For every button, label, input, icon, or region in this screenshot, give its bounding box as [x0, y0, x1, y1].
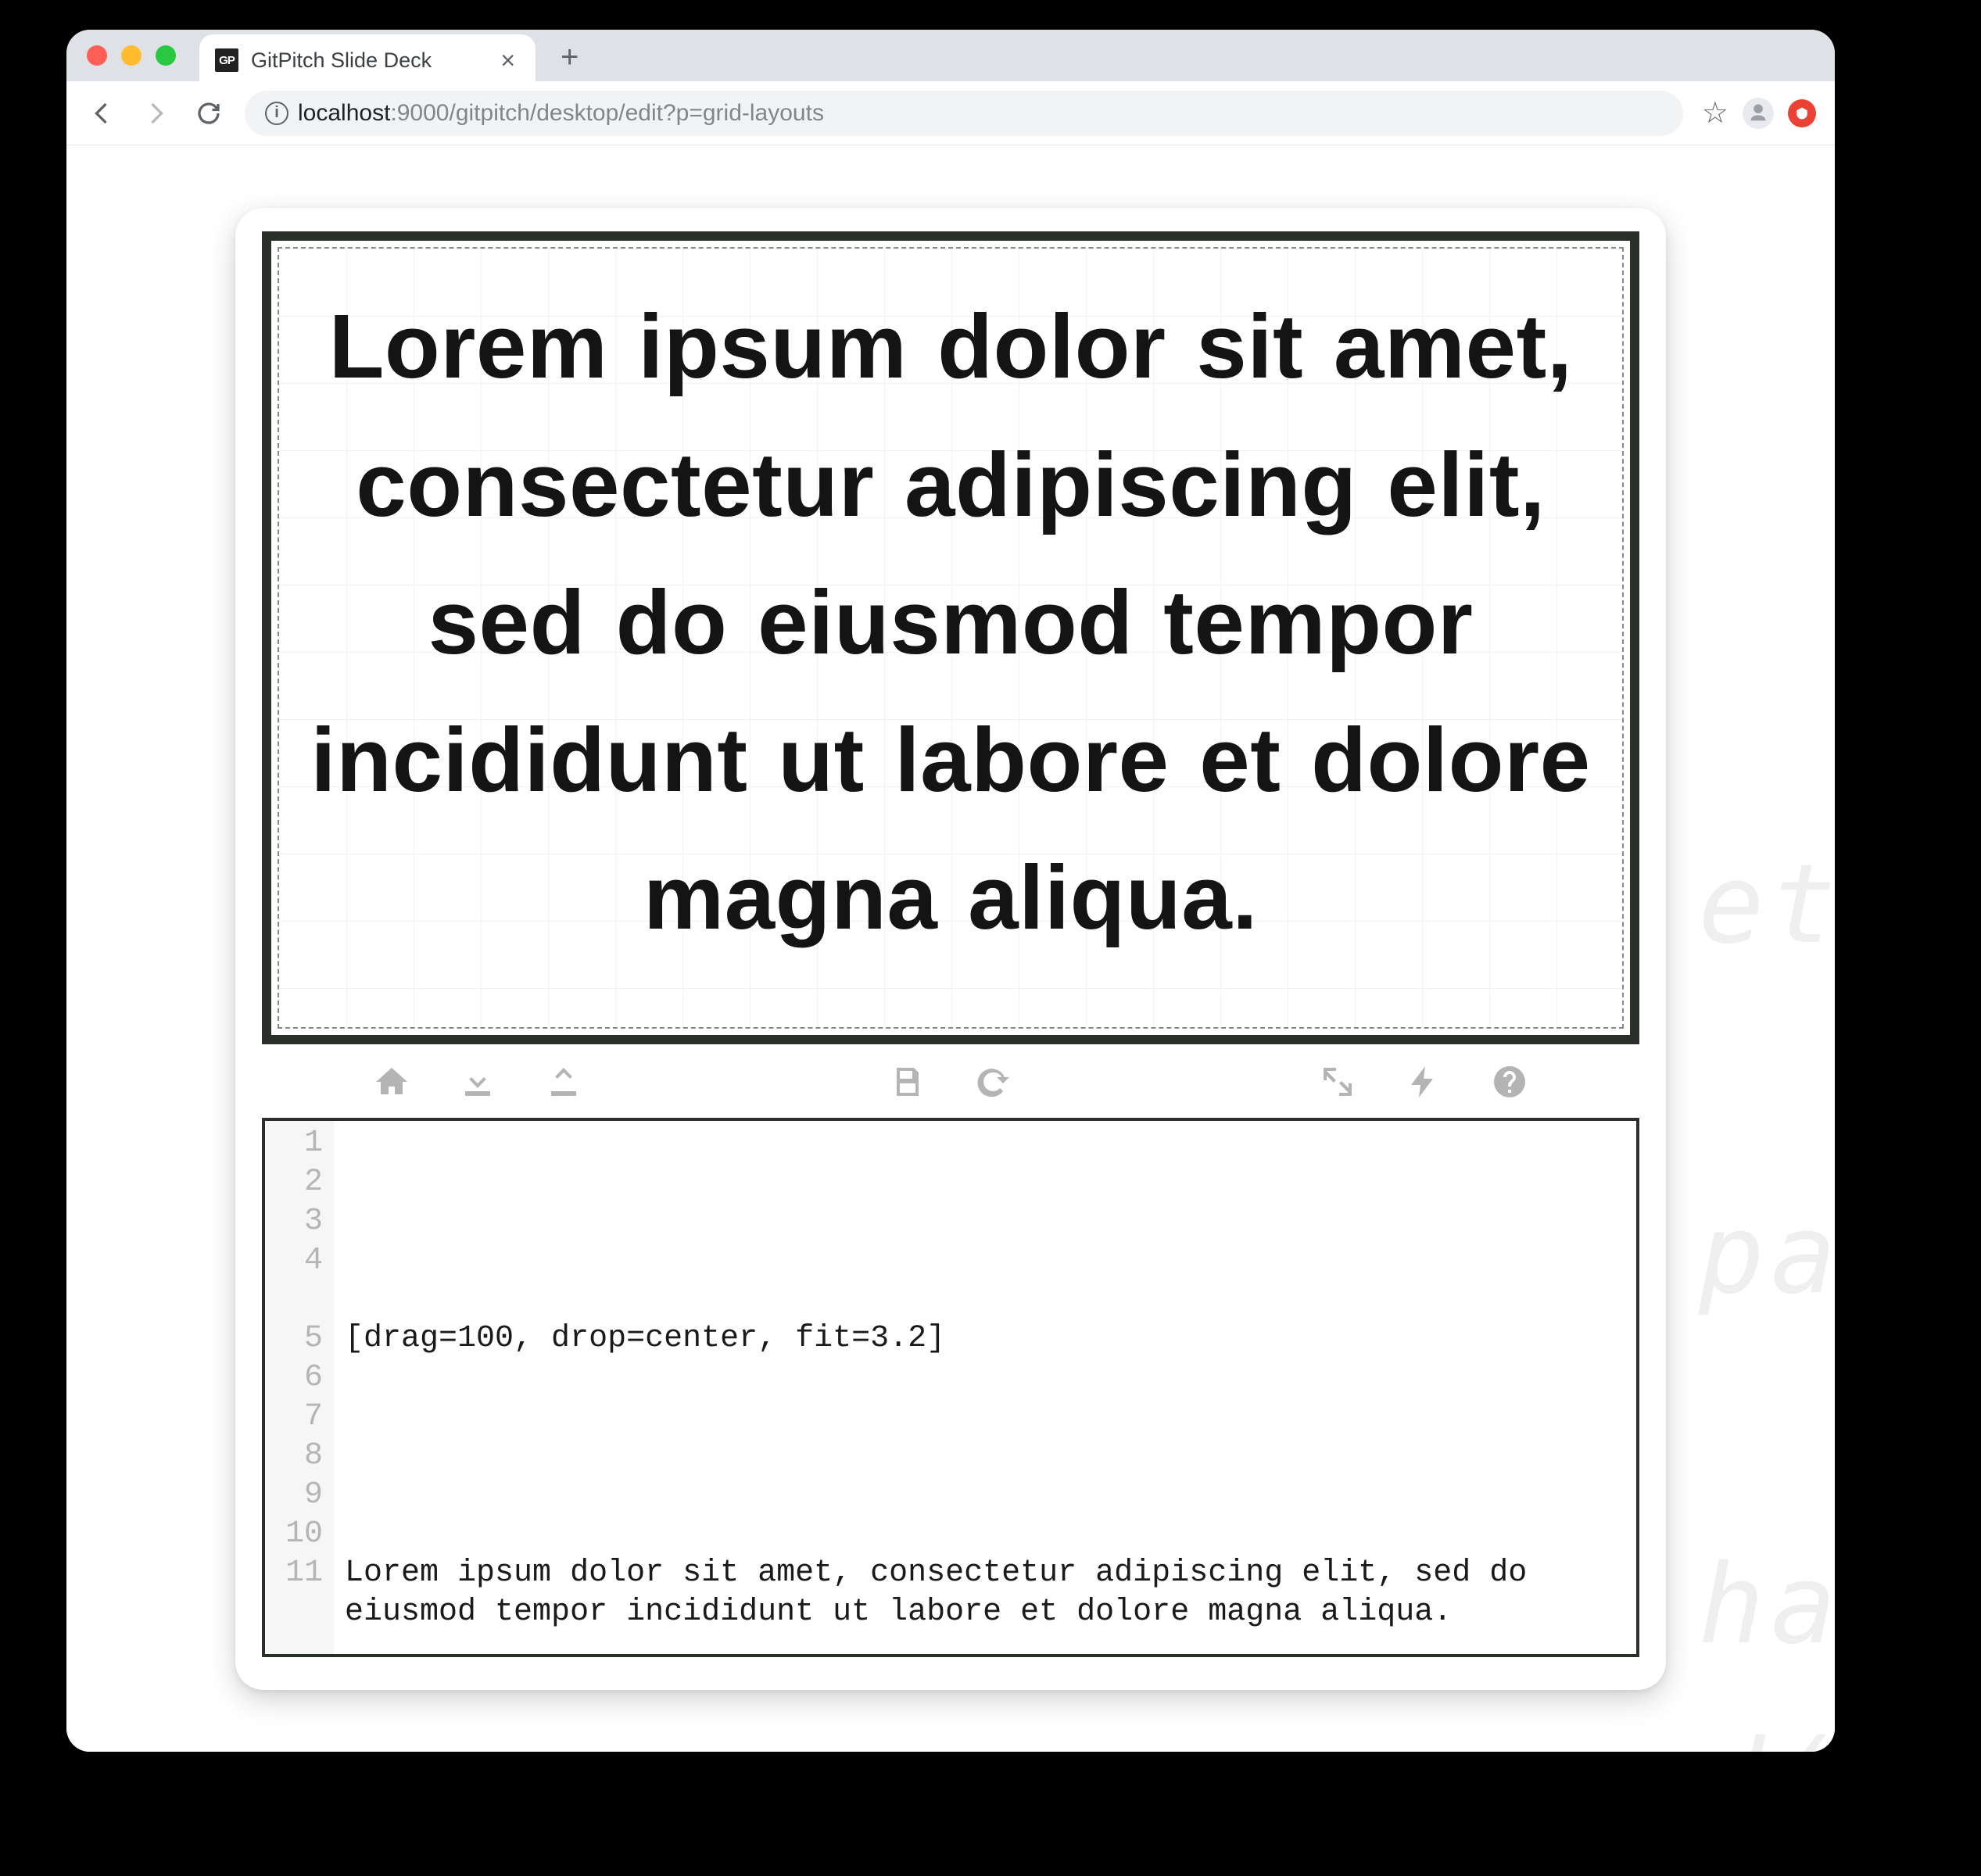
expand-icon[interactable]	[1317, 1062, 1358, 1102]
home-icon[interactable]	[371, 1062, 412, 1102]
browser-toolbar: i localhost:9000/gitpitch/desktop/edit?p…	[66, 81, 1835, 145]
tab-title: GitPitch Slide Deck	[251, 48, 432, 73]
editor-toolbar	[262, 1044, 1639, 1118]
app-card: Lorem ipsum dolor sit amet, consectetur …	[235, 208, 1666, 1690]
back-button[interactable]	[85, 96, 120, 131]
upload-icon[interactable]	[543, 1062, 584, 1102]
browser-tab[interactable]: GP GitPitch Slide Deck ×	[199, 34, 536, 86]
maximize-window-button[interactable]	[156, 45, 176, 66]
help-icon[interactable]	[1489, 1062, 1530, 1102]
browser-window: GP GitPitch Slide Deck × + i localhost:9…	[66, 30, 1835, 1752]
code-line[interactable]	[345, 1437, 1621, 1476]
address-bar[interactable]: i localhost:9000/gitpitch/desktop/edit?p…	[245, 91, 1683, 136]
refresh-icon[interactable]	[973, 1062, 1014, 1102]
url-text: localhost:9000/gitpitch/desktop/edit?p=g…	[298, 100, 824, 127]
close-window-button[interactable]	[87, 45, 107, 66]
slide-preview-frame: Lorem ipsum dolor sit amet, consectetur …	[262, 231, 1639, 1044]
tab-favicon: GP	[215, 48, 238, 72]
close-tab-button[interactable]: ×	[500, 48, 515, 73]
code-editor[interactable]: 1 2 3 4 5 6 7 8 9 10 11 [drag=100	[262, 1118, 1639, 1657]
bolt-icon[interactable]	[1403, 1062, 1444, 1102]
page-viewport: et pa ha od( Lorem ipsum dolor sit amet,…	[66, 145, 1835, 1752]
extension-badge-button[interactable]	[1788, 99, 1816, 127]
minimize-window-button[interactable]	[121, 45, 142, 66]
slide-preview[interactable]: Lorem ipsum dolor sit amet, consectetur …	[278, 247, 1624, 1029]
download-icon[interactable]	[457, 1062, 498, 1102]
editor-gutter: 1 2 3 4 5 6 7 8 9 10 11	[265, 1121, 334, 1654]
slide-body-text: Lorem ipsum dolor sit amet, consectetur …	[307, 277, 1594, 967]
reload-button[interactable]	[192, 96, 226, 131]
title-bar: GP GitPitch Slide Deck × +	[66, 30, 1835, 81]
site-info-icon[interactable]: i	[265, 102, 288, 125]
code-line[interactable]: [drag=100, drop=center, fit=3.2]	[345, 1319, 1621, 1359]
save-icon[interactable]	[887, 1062, 928, 1102]
new-tab-button[interactable]: +	[561, 40, 579, 75]
profile-avatar-button[interactable]	[1743, 98, 1774, 129]
code-line[interactable]: Lorem ipsum dolor sit amet, consectetur …	[345, 1554, 1621, 1632]
editor-content[interactable]: [drag=100, drop=center, fit=3.2] Lorem i…	[334, 1121, 1636, 1654]
bookmark-star-icon[interactable]: ☆	[1702, 95, 1728, 131]
code-line[interactable]	[345, 1202, 1621, 1241]
window-controls	[87, 45, 176, 66]
forward-button[interactable]	[138, 96, 173, 131]
